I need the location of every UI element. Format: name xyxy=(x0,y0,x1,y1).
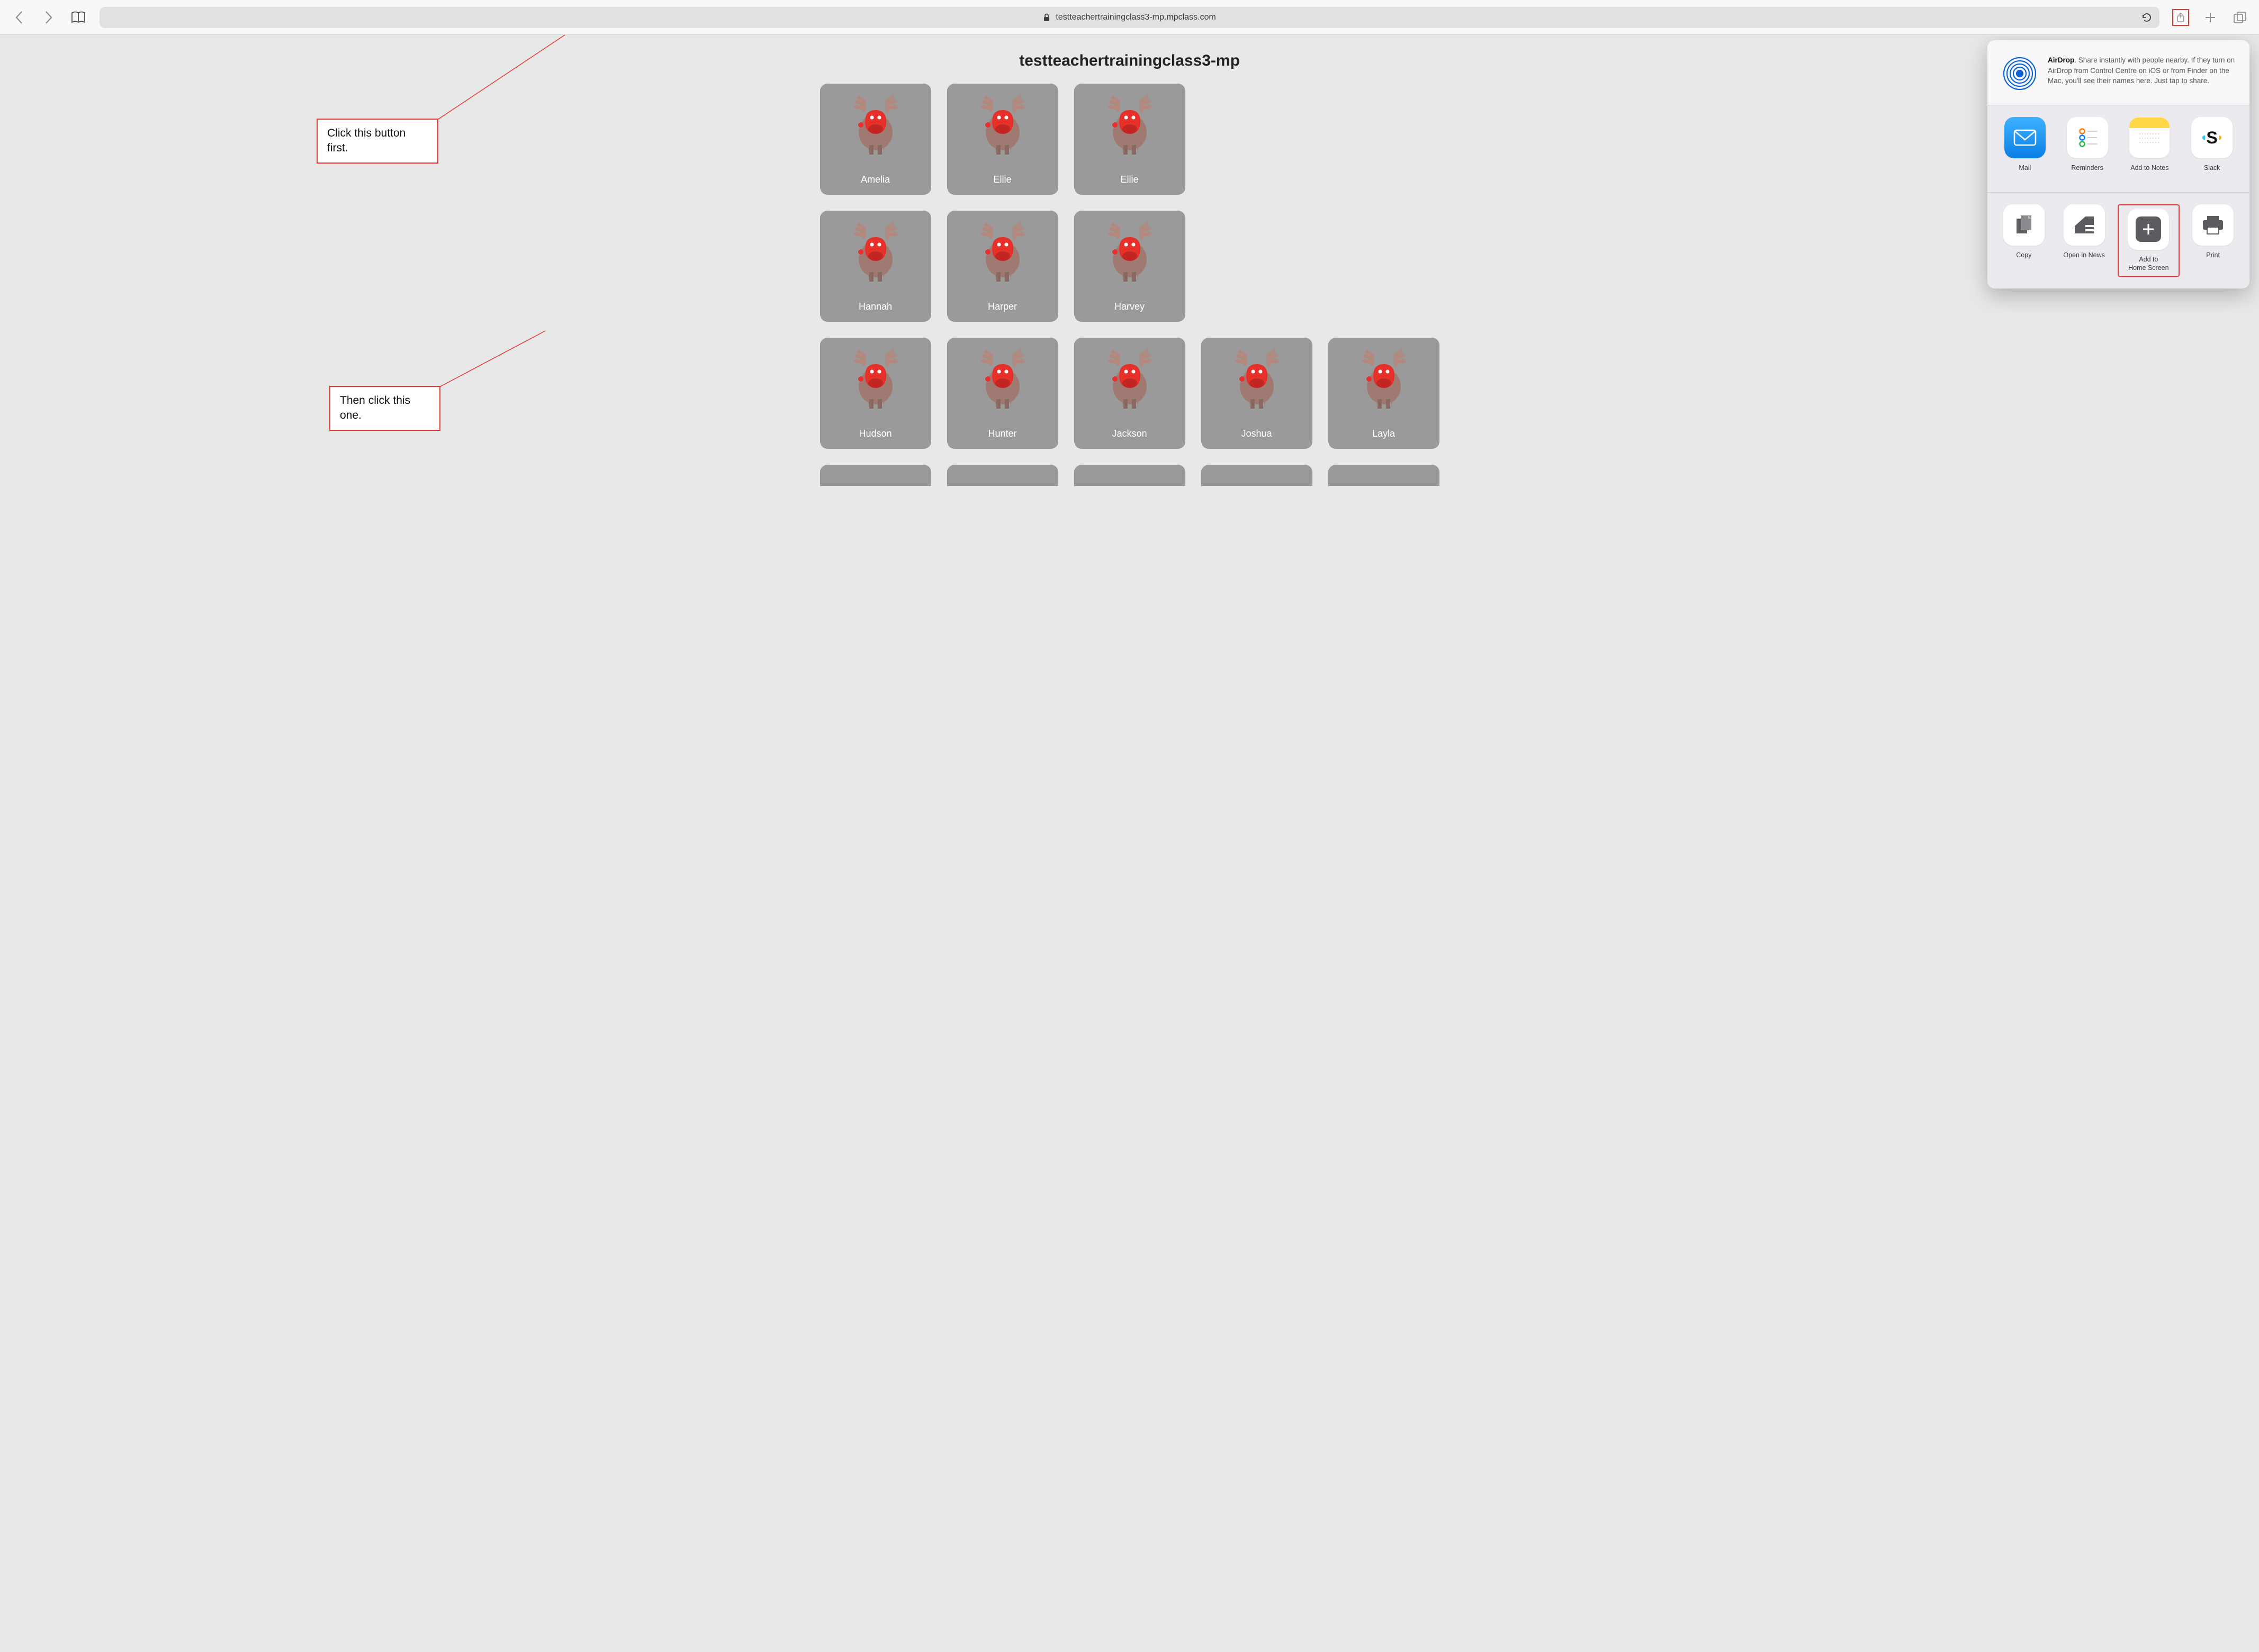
reload-icon xyxy=(2141,12,2152,23)
share-apps-row: Mail Reminders xyxy=(1987,105,2249,192)
reload-button[interactable] xyxy=(2141,12,2152,23)
news-icon xyxy=(2064,204,2105,246)
chevron-left-icon xyxy=(14,11,24,24)
airdrop-icon xyxy=(2001,55,2038,92)
lock-icon xyxy=(1043,13,1050,22)
student-card[interactable]: Amelia xyxy=(820,84,931,195)
share-action-label: Add to Home Screen xyxy=(2128,255,2168,273)
student-card[interactable]: Hannah xyxy=(820,211,931,322)
student-card[interactable]: Layla xyxy=(1328,338,1439,449)
share-app-slack[interactable]: S Slack xyxy=(2184,117,2240,180)
url-bar[interactable]: testteachertrainingclass3-mp.mpclass.com xyxy=(100,7,2159,28)
student-avatar-icon xyxy=(844,221,907,285)
share-actions-row: Copy Open in News Add to Home Screen xyxy=(1987,193,2249,288)
student-avatar-icon xyxy=(971,348,1034,412)
new-tab-button[interactable] xyxy=(2202,9,2219,26)
url-text: testteachertrainingclass3-mp.mpclass.com xyxy=(1056,13,1216,22)
share-action-print[interactable]: Print xyxy=(2186,204,2240,277)
share-action-add-to-home-screen[interactable]: Add to Home Screen xyxy=(2118,204,2180,277)
reminders-icon xyxy=(2067,117,2108,158)
browser-toolbar: testteachertrainingclass3-mp.mpclass.com xyxy=(0,0,2259,35)
student-card[interactable] xyxy=(1201,465,1312,486)
student-name: Jackson xyxy=(1112,428,1147,439)
share-app-reminders[interactable]: Reminders xyxy=(2059,117,2116,180)
forward-button[interactable] xyxy=(40,9,57,26)
share-action-open-in-news[interactable]: Open in News xyxy=(2057,204,2111,277)
student-name: Hudson xyxy=(859,428,892,439)
notes-icon xyxy=(2129,117,2170,158)
student-card[interactable] xyxy=(947,465,1058,486)
student-card[interactable] xyxy=(1328,465,1439,486)
share-button[interactable] xyxy=(2172,9,2189,26)
student-card[interactable]: Hunter xyxy=(947,338,1058,449)
share-app-label: Add to Notes xyxy=(2130,164,2168,180)
share-icon xyxy=(2176,10,2185,25)
student-card[interactable]: Ellie xyxy=(1074,84,1185,195)
student-name: Ellie xyxy=(1120,174,1138,185)
annotation-callout-1: Click this button first. xyxy=(317,119,438,164)
airdrop-desc: . Share instantly with people nearby. If… xyxy=(2048,56,2235,85)
share-app-label: Slack xyxy=(2204,164,2220,180)
student-card[interactable]: Harvey xyxy=(1074,211,1185,322)
annotation-callout-2: Then click this one. xyxy=(329,386,440,431)
student-avatar-icon xyxy=(844,348,907,412)
chevron-right-icon xyxy=(44,11,53,24)
share-action-copy[interactable]: Copy xyxy=(1997,204,2051,277)
book-icon xyxy=(71,11,86,24)
student-name: Hannah xyxy=(859,301,892,312)
student-card[interactable] xyxy=(820,465,931,486)
student-avatar-icon xyxy=(971,221,1034,285)
student-avatar-icon xyxy=(1098,348,1162,412)
slack-icon: S xyxy=(2191,117,2233,158)
add-to-home-icon xyxy=(2128,209,2169,250)
share-action-label: Copy xyxy=(2016,251,2031,268)
print-icon xyxy=(2192,204,2234,246)
share-app-notes[interactable]: Add to Notes xyxy=(2122,117,2178,180)
student-name: Layla xyxy=(1372,428,1395,439)
student-card[interactable]: Hudson xyxy=(820,338,931,449)
page-title: testteachertrainingclass3-mp xyxy=(0,35,2259,84)
student-avatar-icon xyxy=(1352,348,1416,412)
plus-icon xyxy=(2204,11,2217,24)
student-card[interactable]: Joshua xyxy=(1201,338,1312,449)
student-card[interactable]: Harper xyxy=(947,211,1058,322)
student-card[interactable]: Ellie xyxy=(947,84,1058,195)
student-name: Harvey xyxy=(1114,301,1145,312)
student-card[interactable]: Jackson xyxy=(1074,338,1185,449)
page-content: testteachertrainingclass3-mp Amelia Elli… xyxy=(0,35,2259,1652)
bookmarks-button[interactable] xyxy=(70,9,87,26)
tabs-button[interactable] xyxy=(2231,9,2248,26)
student-avatar-icon xyxy=(1225,348,1289,412)
share-app-label: Reminders xyxy=(2071,164,2103,180)
back-button[interactable] xyxy=(11,9,28,26)
student-avatar-icon xyxy=(1098,94,1162,158)
share-action-label: Print xyxy=(2206,251,2220,268)
student-avatar-icon xyxy=(1098,221,1162,285)
share-sheet: AirDrop. Share instantly with people nea… xyxy=(1987,40,2249,288)
tabs-icon xyxy=(2233,11,2247,24)
airdrop-text: AirDrop. Share instantly with people nea… xyxy=(2048,55,2236,86)
share-app-mail[interactable]: Mail xyxy=(1997,117,2053,180)
student-name: Hunter xyxy=(988,428,1016,439)
student-avatar-icon xyxy=(844,94,907,158)
airdrop-section[interactable]: AirDrop. Share instantly with people nea… xyxy=(1987,40,2249,105)
student-name: Harper xyxy=(988,301,1017,312)
copy-icon xyxy=(2003,204,2045,246)
airdrop-label: AirDrop xyxy=(2048,56,2074,64)
share-app-label: Mail xyxy=(2019,164,2031,180)
student-card[interactable] xyxy=(1074,465,1185,486)
student-name: Amelia xyxy=(861,174,890,185)
student-name: Joshua xyxy=(1241,428,1272,439)
share-action-label: Open in News xyxy=(2063,251,2105,268)
student-name: Ellie xyxy=(993,174,1011,185)
student-avatar-icon xyxy=(971,94,1034,158)
mail-icon xyxy=(2004,117,2046,158)
